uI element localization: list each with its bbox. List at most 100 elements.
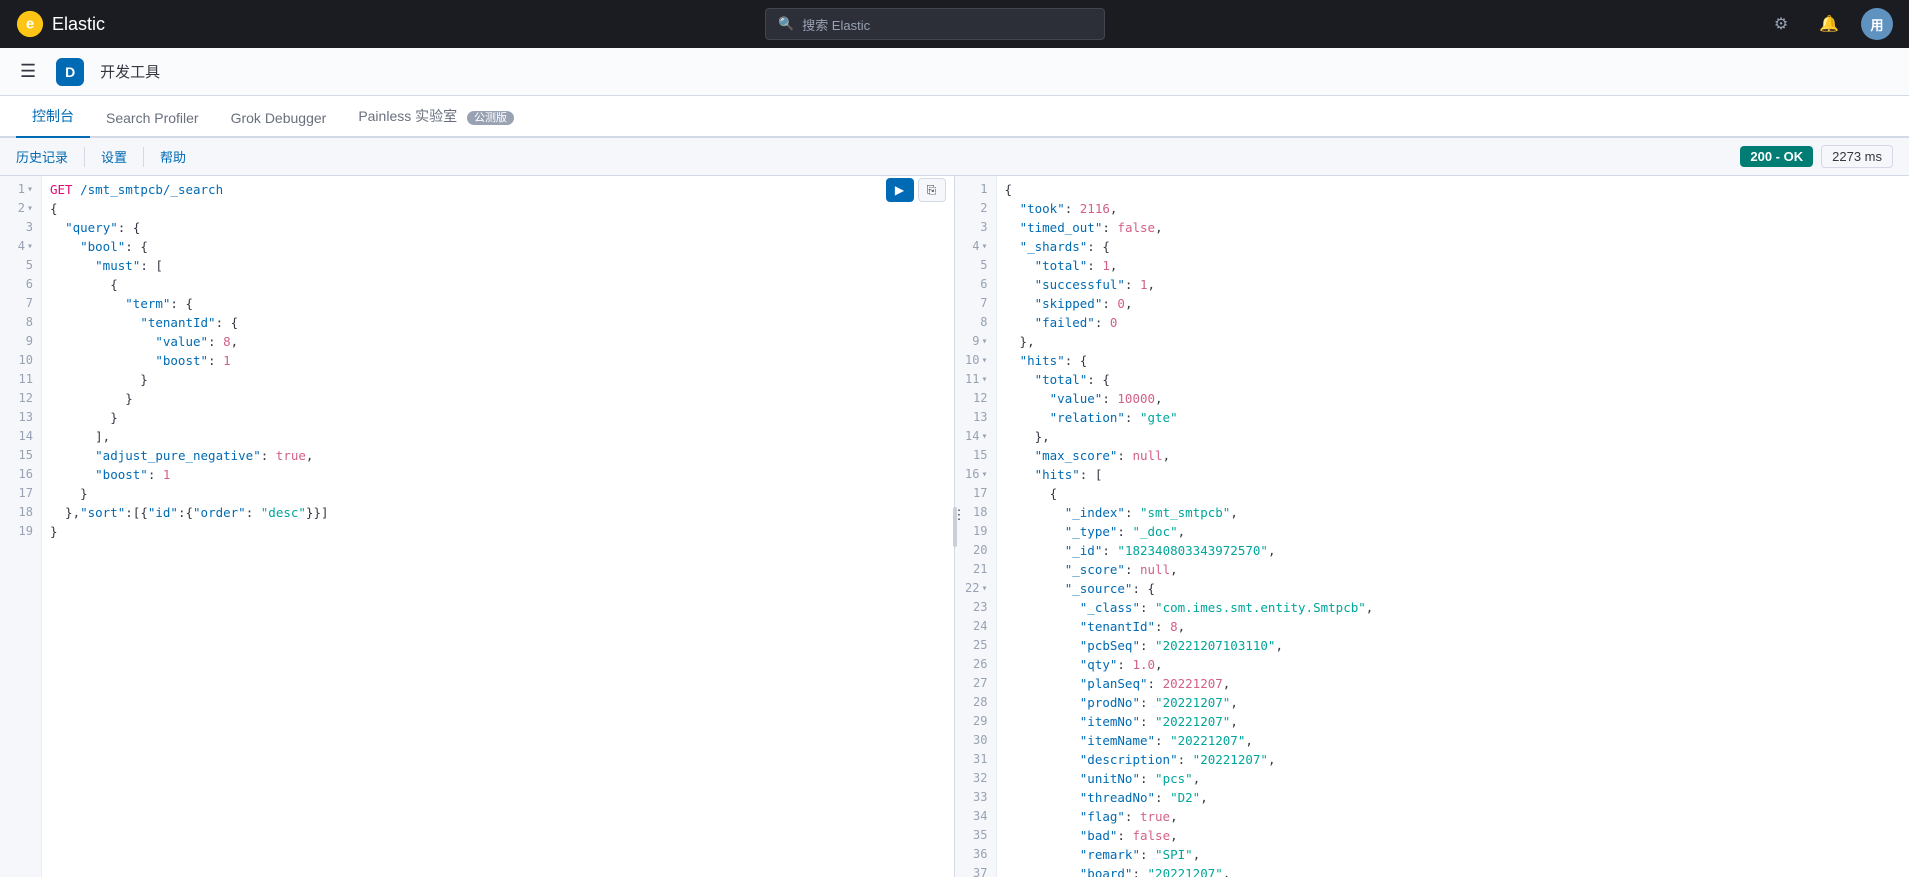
settings-button[interactable]: 设置 <box>101 143 127 170</box>
editor-pane: ▶ ⎘ 1▾2▾34▾5678910111213141516171819 GET… <box>0 176 955 877</box>
logo[interactable]: e Elastic <box>16 10 105 38</box>
response-line-number-14: 14▾ <box>955 427 996 446</box>
response-line-21: "_score": null, <box>1005 560 1902 579</box>
response-line-25: "pcbSeq": "20221207103110", <box>1005 636 1902 655</box>
avatar[interactable]: 用 <box>1861 8 1893 40</box>
response-line-22: "_source": { <box>1005 579 1902 598</box>
response-line-4: "_shards": { <box>1005 237 1902 256</box>
editor-line-8: "tenantId": { <box>50 313 946 332</box>
editor-line-number-9: 9 <box>0 332 41 351</box>
response-line-3: "timed_out": false, <box>1005 218 1902 237</box>
editor-line-17: } <box>50 484 946 503</box>
response-code-content[interactable]: { "took": 2116, "timed_out": false, "_sh… <box>997 176 1909 877</box>
editor-line-15: "adjust_pure_negative": true, <box>50 446 946 465</box>
editor-line-9: "value": 8, <box>50 332 946 351</box>
help-button[interactable]: 帮助 <box>160 143 186 170</box>
hamburger-button[interactable]: ☰ <box>16 57 40 86</box>
editor-line-number-6: 6 <box>0 275 41 294</box>
response-line-number-22: 22▾ <box>955 579 996 598</box>
editor-line-number-8: 8 <box>0 313 41 332</box>
response-line-15: "max_score": null, <box>1005 446 1902 465</box>
editor-line-13: } <box>50 408 946 427</box>
top-bar-icons: ⚙ 🔔 用 <box>1765 8 1893 40</box>
pane-divider[interactable]: ⋮ <box>951 176 959 877</box>
app-badge: D <box>56 58 84 86</box>
editor-line-6: { <box>50 275 946 294</box>
toolbar: 历史记录 设置 帮助 200 - OK 2273 ms <box>0 138 1909 176</box>
response-line-number-31: 31 <box>955 750 996 769</box>
response-line-number-27: 27 <box>955 674 996 693</box>
editor-line-number-1: 1▾ <box>0 180 41 199</box>
response-line-16: "hits": [ <box>1005 465 1902 484</box>
response-line-number-20: 20 <box>955 541 996 560</box>
response-line-24: "tenantId": 8, <box>1005 617 1902 636</box>
status-code-badge: 200 - OK <box>1740 146 1813 167</box>
help-icon-btn[interactable]: ⚙ <box>1765 8 1797 40</box>
global-search[interactable]: 🔍 搜索 Elastic <box>765 8 1105 40</box>
response-line-11: "total": { <box>1005 370 1902 389</box>
response-line-31: "description": "20221207", <box>1005 750 1902 769</box>
toolbar-separator-2 <box>143 147 144 167</box>
elastic-logo-icon: e <box>16 10 44 38</box>
response-line-30: "itemName": "20221207", <box>1005 731 1902 750</box>
editor-line-12: } <box>50 389 946 408</box>
main-area: ▶ ⎘ 1▾2▾34▾5678910111213141516171819 GET… <box>0 176 1909 877</box>
response-line-number-30: 30 <box>955 731 996 750</box>
response-line-number-29: 29 <box>955 712 996 731</box>
run-button[interactable]: ▶ <box>886 178 914 202</box>
response-line-number-17: 17 <box>955 484 996 503</box>
response-line-number-4: 4▾ <box>955 237 996 256</box>
editor-line-number-17: 17 <box>0 484 41 503</box>
search-icon: 🔍 <box>778 16 794 32</box>
response-line-number-1: 1 <box>955 180 996 199</box>
copy-button[interactable]: ⎘ <box>918 178 946 202</box>
response-line-17: { <box>1005 484 1902 503</box>
editor-line-numbers: 1▾2▾34▾5678910111213141516171819 <box>0 176 42 877</box>
divider-handle: ⋮ <box>953 507 957 547</box>
response-line-number-28: 28 <box>955 693 996 712</box>
editor-line-number-13: 13 <box>0 408 41 427</box>
response-line-36: "remark": "SPI", <box>1005 845 1902 864</box>
editor-line-7: "term": { <box>50 294 946 313</box>
response-line-number-36: 36 <box>955 845 996 864</box>
editor-line-number-14: 14 <box>0 427 41 446</box>
editor-line-number-11: 11 <box>0 370 41 389</box>
response-line-number-32: 32 <box>955 769 996 788</box>
editor-code-content[interactable]: GET /smt_smtpcb/_search{ "query": { "boo… <box>42 176 954 877</box>
response-line-33: "threadNo": "D2", <box>1005 788 1902 807</box>
response-line-32: "unitNo": "pcs", <box>1005 769 1902 788</box>
editor-line-number-12: 12 <box>0 389 41 408</box>
editor-line-number-10: 10 <box>0 351 41 370</box>
response-line-number-24: 24 <box>955 617 996 636</box>
response-line-number-11: 11▾ <box>955 370 996 389</box>
response-line-19: "_type": "_doc", <box>1005 522 1902 541</box>
tab-console[interactable]: 控制台 <box>16 96 90 138</box>
editor-code-area[interactable]: 1▾2▾34▾5678910111213141516171819 GET /sm… <box>0 176 954 877</box>
response-line-10: "hits": { <box>1005 351 1902 370</box>
tab-search-profiler[interactable]: Search Profiler <box>90 100 215 138</box>
response-line-35: "bad": false, <box>1005 826 1902 845</box>
editor-line-number-18: 18 <box>0 503 41 522</box>
response-line-number-10: 10▾ <box>955 351 996 370</box>
editor-line-number-2: 2▾ <box>0 199 41 218</box>
response-line-20: "_id": "182340803343972570", <box>1005 541 1902 560</box>
editor-line-2: { <box>50 199 946 218</box>
response-line-number-16: 16▾ <box>955 465 996 484</box>
tab-painless-lab[interactable]: Painless 实验室 公测版 <box>342 96 530 138</box>
editor-line-number-4: 4▾ <box>0 237 41 256</box>
response-line-26: "qty": 1.0, <box>1005 655 1902 674</box>
tab-grok-debugger[interactable]: Grok Debugger <box>215 100 343 138</box>
response-line-number-12: 12 <box>955 389 996 408</box>
editor-line-19: } <box>50 522 946 541</box>
response-line-numbers: 1234▾56789▾10▾11▾121314▾1516▾17181920212… <box>955 176 997 877</box>
response-line-number-33: 33 <box>955 788 996 807</box>
response-code-area[interactable]: 1234▾56789▾10▾11▾121314▾1516▾17181920212… <box>955 176 1909 877</box>
editor-line-number-16: 16 <box>0 465 41 484</box>
notifications-icon-btn[interactable]: 🔔 <box>1813 8 1845 40</box>
response-line-5: "total": 1, <box>1005 256 1902 275</box>
history-button[interactable]: 历史记录 <box>16 143 68 170</box>
editor-line-number-7: 7 <box>0 294 41 313</box>
editor-line-1: GET /smt_smtpcb/_search <box>50 180 946 199</box>
editor-line-3: "query": { <box>50 218 946 237</box>
editor-line-number-15: 15 <box>0 446 41 465</box>
